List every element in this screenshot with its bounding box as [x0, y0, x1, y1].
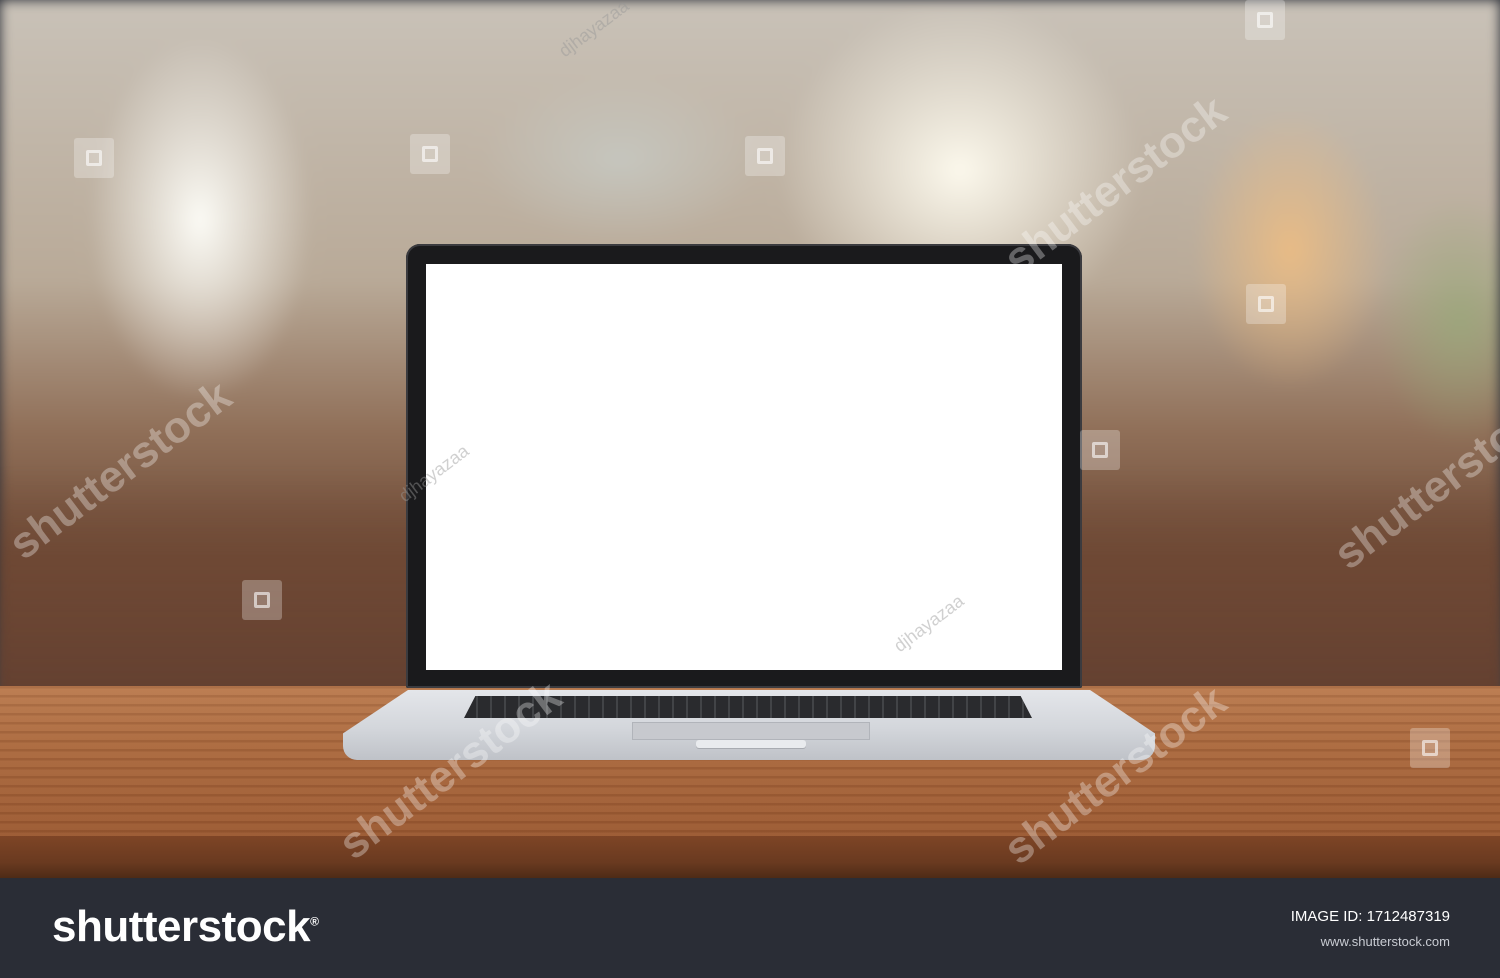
- stock-photo: shutterstock shutterstock shutterstock s…: [0, 0, 1500, 978]
- watermark-badge-icon: [242, 580, 282, 620]
- watermark-badge-icon: [1410, 728, 1450, 768]
- wooden-table-edge: [0, 836, 1500, 880]
- watermark-badge-icon: [74, 138, 114, 178]
- watermark-badge-icon: [1245, 0, 1285, 40]
- laptop-blank-screen: [426, 264, 1062, 670]
- stock-footer-bar: shutterstock® IMAGE ID: 1712487319 www.s…: [0, 878, 1500, 978]
- watermark-badge-icon: [410, 134, 450, 174]
- laptop-trackpad: [632, 722, 870, 740]
- brand-registered-mark: ®: [310, 914, 319, 929]
- image-id-label: IMAGE ID: 1712487319: [1290, 908, 1450, 925]
- watermark-badge-icon: [745, 136, 785, 176]
- site-url: www.shutterstock.com: [1320, 934, 1450, 949]
- brand-logo-text: shutterstock: [52, 902, 311, 951]
- watermark-badge-icon: [1080, 430, 1120, 470]
- laptop-front-notch: [696, 740, 806, 748]
- watermark-badge-icon: [745, 432, 785, 472]
- brand-logo: shutterstock®: [52, 902, 319, 952]
- watermark-badge-icon: [1246, 284, 1286, 324]
